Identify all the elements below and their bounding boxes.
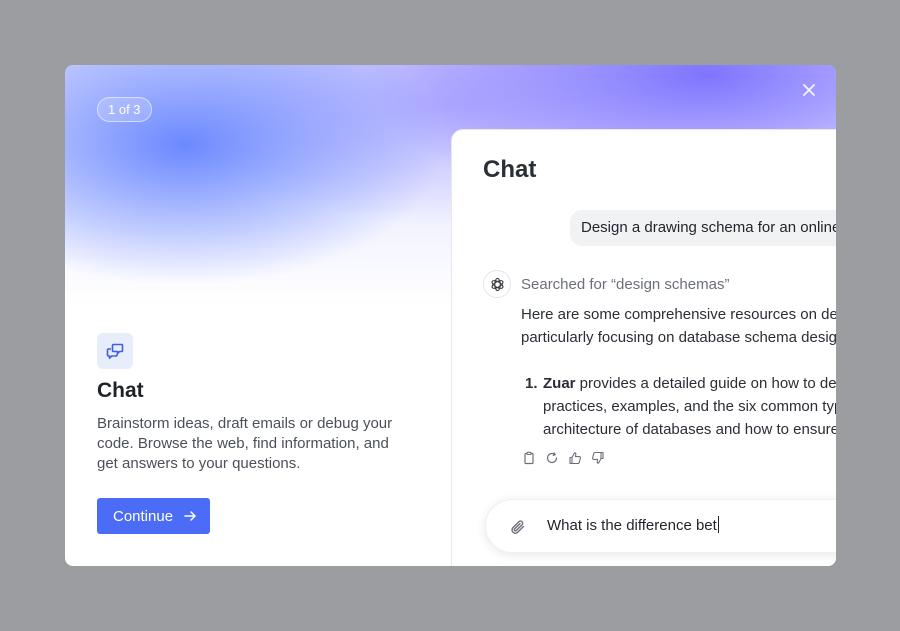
step-indicator: 1 of 3 xyxy=(97,97,152,122)
search-status: Searched for “design schemas” xyxy=(521,276,730,293)
composer-input-value: What is the difference bet xyxy=(547,517,717,534)
close-icon xyxy=(803,84,815,96)
composer-input[interactable]: What is the difference bet xyxy=(547,516,719,534)
user-message-bubble: Design a drawing schema for an online xyxy=(570,210,836,246)
text-cursor xyxy=(717,516,719,533)
attach-icon[interactable] xyxy=(509,518,527,536)
continue-button-label: Continue xyxy=(113,507,174,525)
regenerate-icon[interactable] xyxy=(545,451,559,465)
message-composer[interactable]: What is the difference bet xyxy=(485,499,836,553)
feature-description: Brainstorm ideas, draft emails or debug … xyxy=(97,415,393,472)
list-item-text: provides a detailed guide on how to desi… xyxy=(575,375,836,392)
assistant-message: Here are some comprehensive resources on… xyxy=(521,303,836,349)
feature-title: Chat xyxy=(97,379,144,402)
assistant-line: particularly focusing on database schema… xyxy=(521,329,836,346)
chat-preview-panel: Chat Design a drawing schema for an onli… xyxy=(451,129,836,566)
list-item-source: Zuar xyxy=(543,375,576,392)
copy-icon[interactable] xyxy=(522,451,536,465)
close-button[interactable] xyxy=(800,81,818,99)
onboarding-modal: 1 of 3 Chat Brainstorm ideas, draft emai… xyxy=(65,65,836,566)
thumbs-up-icon[interactable] xyxy=(568,451,582,465)
list-item-number: 1. xyxy=(525,375,538,392)
arrow-right-icon xyxy=(184,511,196,521)
list-item-text: architecture of databases and how to ens… xyxy=(543,421,836,438)
list-item-text: practices, examples, and the six common … xyxy=(543,398,836,415)
preview-title: Chat xyxy=(483,156,537,183)
assistant-line: Here are some comprehensive resources on… xyxy=(521,306,836,323)
chat-bubbles-icon xyxy=(97,333,133,369)
message-actions xyxy=(522,451,605,465)
continue-button[interactable]: Continue xyxy=(97,498,210,534)
thumbs-down-icon[interactable] xyxy=(591,451,605,465)
assistant-logo-icon xyxy=(483,270,511,298)
